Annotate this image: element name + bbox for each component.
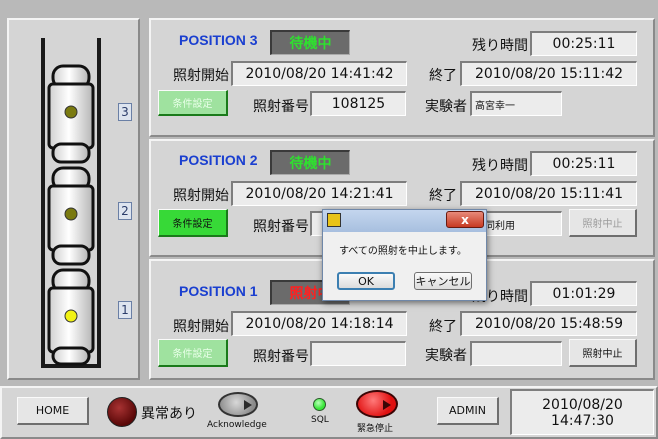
position-1-end-label: 終了: [429, 319, 457, 335]
capsule-1: [47, 268, 95, 366]
position-1-number-label: 照射番号: [253, 349, 309, 365]
position-2-condition-button[interactable]: 条件設定: [158, 209, 228, 237]
capsule-3: [47, 64, 95, 164]
capsule-2: [47, 166, 95, 266]
position-1-number-field: [310, 341, 406, 366]
position-3-remain-field: 00:25:11: [530, 31, 637, 56]
app-icon: [327, 213, 341, 227]
acknowledge-arrow-icon: [244, 400, 252, 410]
emergency-stop-button[interactable]: [356, 390, 398, 418]
position-2-start-label: 照射開始: [173, 188, 229, 204]
position-3-operator-field: 高宮幸一: [470, 91, 562, 116]
position-2-status: 待機中: [270, 150, 350, 175]
position-1-stop-button[interactable]: 照射中止: [569, 339, 637, 367]
position-1-label: POSITION 1: [179, 283, 258, 299]
slot-number-3: 3: [118, 103, 132, 121]
close-icon: x: [461, 212, 469, 227]
datetime-display: 2010/08/20 14:47:30: [510, 389, 654, 435]
slot-number-2: 2: [118, 202, 132, 220]
slot-number-1: 1: [118, 301, 132, 319]
position-2-end-field: 2010/08/20 15:11:41: [460, 181, 637, 206]
alarm-lamp-icon: [107, 397, 137, 427]
position-3-start-field: 2010/08/20 14:41:42: [231, 61, 407, 86]
position-3-condition-button[interactable]: 条件設定: [158, 90, 228, 116]
position-2-start-field: 2010/08/20 14:21:41: [231, 181, 407, 206]
alarm-label: 異常あり: [141, 406, 197, 422]
position-3-remain-label: 残り時間: [472, 38, 528, 54]
capsule-stack: [47, 64, 95, 366]
date-display: 2010/08/20: [542, 396, 623, 413]
time-display: 14:47:30: [551, 412, 614, 429]
dialog-ok-button[interactable]: OK: [337, 272, 395, 290]
position-3-end-label: 終了: [429, 68, 457, 84]
position-2-end-label: 終了: [429, 188, 457, 204]
position-3-label: POSITION 3: [179, 32, 258, 48]
position-3-number-label: 照射番号: [253, 99, 309, 115]
position-2-remain-field: 00:25:11: [530, 151, 637, 176]
position-2-number-label: 照射番号: [253, 219, 309, 235]
position-1-condition-button[interactable]: 条件設定: [158, 339, 228, 367]
position-1-end-field: 2010/08/20 15:48:59: [460, 311, 637, 336]
position-1-remain-field: 01:01:29: [530, 281, 637, 306]
position-1-start-field: 2010/08/20 14:18:14: [231, 311, 407, 336]
sql-label: SQL: [311, 415, 329, 425]
position-1-start-label: 照射開始: [173, 319, 229, 335]
position-1-operator-field: [470, 341, 562, 366]
position-3-number-field: 108125: [310, 91, 406, 116]
position-3-operator-label: 実験者: [425, 99, 467, 115]
sql-led-icon: [313, 398, 326, 411]
acknowledge-button[interactable]: [218, 392, 258, 417]
position-2-label: POSITION 2: [179, 152, 258, 168]
sample-indicator-3: [64, 105, 78, 119]
position-1-operator-label: 実験者: [425, 348, 467, 364]
position-3-end-field: 2010/08/20 15:11:42: [460, 61, 637, 86]
close-button[interactable]: x: [446, 211, 484, 228]
home-button[interactable]: HOME: [17, 397, 89, 425]
emergency-stop-label: 緊急停止: [357, 424, 394, 434]
position-3-start-label: 照射開始: [173, 68, 229, 84]
position-3-status: 待機中: [270, 30, 350, 55]
emergency-stop-arrow-icon: [383, 400, 391, 410]
dialog-message: すべての照射を中止します。: [339, 246, 467, 257]
tube-rail-right: [97, 38, 101, 368]
acknowledge-label: Acknowledge: [207, 420, 267, 430]
sample-indicator-2: [64, 207, 78, 221]
position-2-remain-label: 残り時間: [472, 158, 528, 174]
dialog-cancel-button[interactable]: キャンセル: [414, 272, 472, 290]
sample-indicator-1: [64, 309, 78, 323]
admin-button[interactable]: ADMIN: [437, 397, 499, 425]
position-2-stop-button[interactable]: 照射中止: [569, 209, 637, 237]
